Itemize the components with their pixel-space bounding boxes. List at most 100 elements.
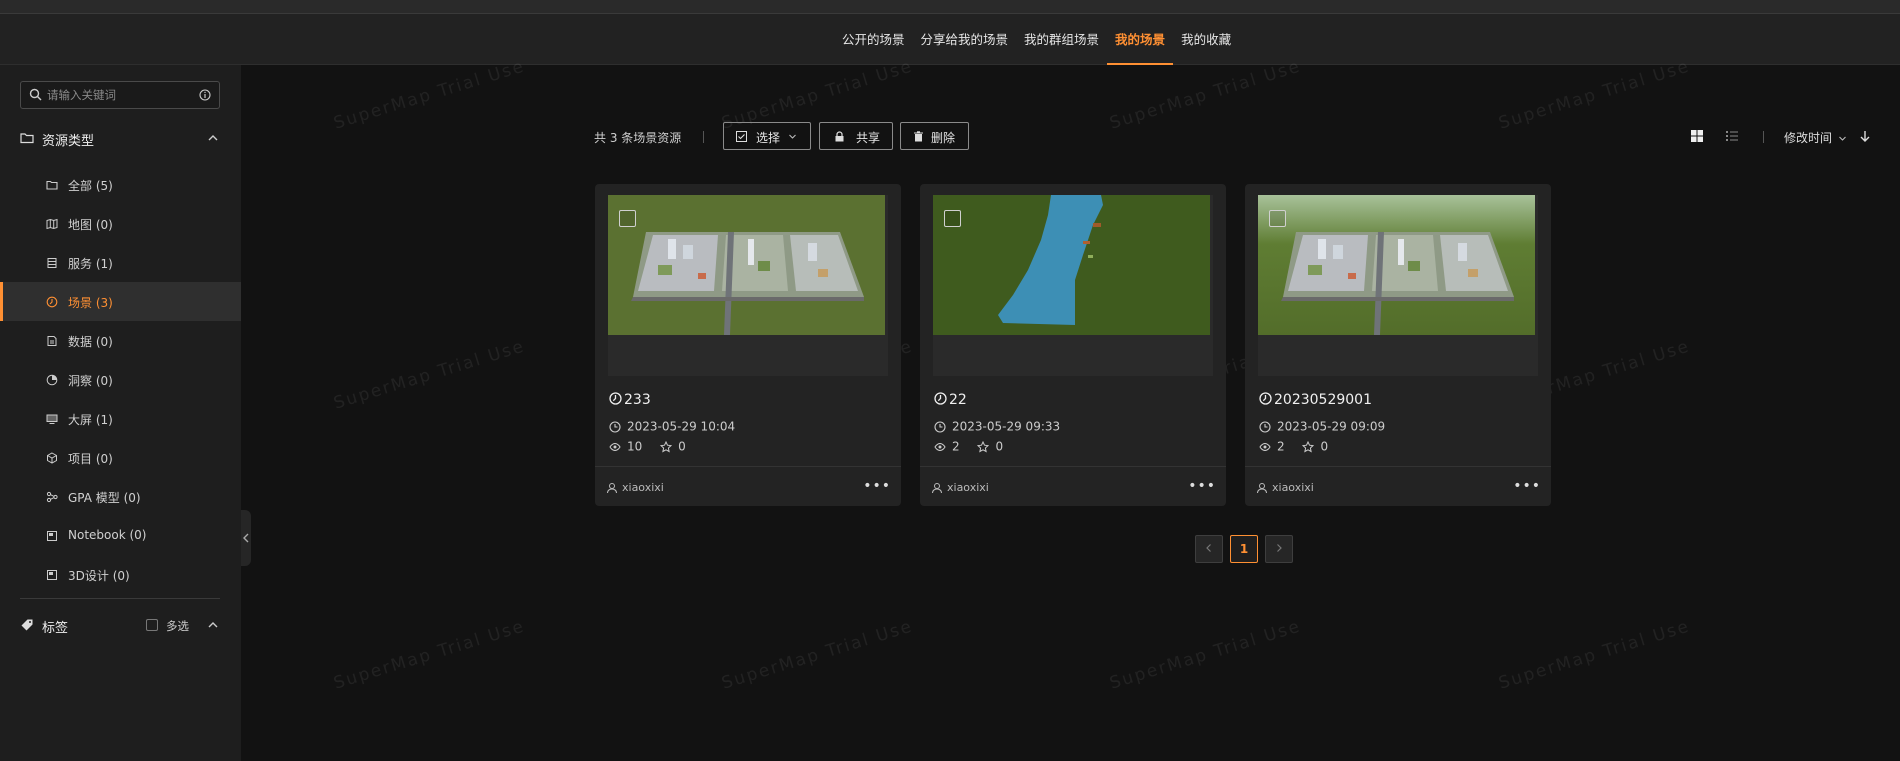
chevron-up-icon[interactable] [207, 132, 219, 144]
card-divider [1245, 466, 1551, 467]
grid-view-icon[interactable] [1690, 129, 1704, 143]
tags-header: 标签 多选 [0, 610, 241, 640]
select-button[interactable]: 选择 [723, 122, 811, 150]
resource-count: 共 3 条场景资源 [594, 131, 682, 145]
tab-my-scenes[interactable]: 我的场景 [1107, 14, 1174, 65]
watermark-text: SuperMap Trial Use [1107, 56, 1304, 134]
chevron-left-icon [1206, 544, 1211, 552]
scene-card[interactable]: 20230529001 2023-05-29 09:09 2 0 xiaoxix… [1245, 184, 1551, 506]
star-icon[interactable] [977, 440, 990, 453]
select-label: 选择 [756, 131, 781, 145]
card-date: 2023-05-29 09:33 [934, 419, 1060, 434]
toolbar-separator [703, 131, 704, 143]
pagination-next-button[interactable] [1265, 535, 1293, 563]
lock-icon [835, 131, 844, 142]
tab-my-favorites[interactable]: 我的收藏 [1173, 14, 1239, 65]
scene-thumbnail[interactable] [933, 195, 1213, 376]
scene-tabs: 公开的场景 分享给我的场景 我的群组场景 我的场景 我的收藏 [834, 14, 1239, 65]
pagination-page-current[interactable]: 1 [1230, 535, 1258, 563]
user-icon [1257, 483, 1267, 494]
tab-shared-with-me[interactable]: 分享给我的场景 [913, 14, 1017, 65]
tags-title: 标签 [42, 621, 69, 636]
search-input[interactable] [47, 85, 195, 105]
view-count: 10 [627, 439, 643, 454]
card-owner: xiaoxixi [931, 481, 989, 494]
sort-descending-icon[interactable] [1858, 129, 1872, 143]
folder-icon [46, 180, 58, 190]
sidebar-item-label: GPA 模型 (0) [68, 491, 141, 505]
toolbar-separator [1763, 131, 1764, 143]
sidebar-item-label: 3D设计 (0) [68, 569, 130, 583]
sidebar: 资源类型 全部 (5) 地图 (0) 服务 (1) 场景 (3) 数 [0, 65, 241, 761]
cube-icon [47, 452, 57, 464]
sidebar-item-service[interactable]: 服务 (1) [0, 243, 241, 282]
app-root: 公开的场景 分享给我的场景 我的群组场景 我的场景 我的收藏 资源类型 全部 (… [0, 0, 1900, 761]
multi-select-checkbox[interactable] [146, 619, 158, 631]
pagination-prev-button[interactable] [1195, 535, 1223, 563]
sidebar-item-project[interactable]: 项目 (0) [0, 438, 241, 477]
sidebar-item-insight[interactable]: 洞察 (0) [0, 360, 241, 399]
card-owner-name: xiaoxixi [622, 481, 664, 494]
tab-group-scenes[interactable]: 我的群组场景 [1016, 14, 1107, 65]
card-date: 2023-05-29 09:09 [1259, 419, 1385, 434]
model-icon [46, 491, 58, 503]
more-options-icon[interactable]: ••• [863, 478, 891, 494]
sidebar-item-3d-design[interactable]: 3D设计 (0) [0, 555, 241, 594]
notebook-icon [47, 531, 57, 541]
star-count: 0 [995, 439, 1004, 454]
scene-card[interactable]: 233 2023-05-29 10:04 10 0 xiaoxixi ••• [595, 184, 901, 506]
checkbox-icon [736, 131, 747, 142]
tab-public-scenes[interactable]: 公开的场景 [834, 14, 913, 65]
scene-icon [934, 392, 947, 405]
sidebar-item-scene[interactable]: 场景 (3) [0, 282, 241, 321]
screen-icon [46, 414, 58, 424]
sort-dropdown[interactable]: 修改时间 [1784, 129, 1847, 146]
star-icon[interactable] [660, 440, 673, 453]
sidebar-item-gpa-model[interactable]: GPA 模型 (0) [0, 477, 241, 516]
user-icon [932, 483, 942, 494]
card-checkbox[interactable] [1269, 210, 1286, 227]
resource-type-header[interactable]: 资源类型 [0, 123, 241, 153]
watermark-text: SuperMap Trial Use [331, 336, 528, 414]
share-button[interactable]: 共享 [819, 122, 893, 150]
card-date-text: 2023-05-29 09:09 [1277, 419, 1386, 434]
card-date-text: 2023-05-29 09:33 [952, 419, 1061, 434]
watermark-text: SuperMap Trial Use [331, 56, 528, 134]
sidebar-item-label: 大屏 (1) [68, 413, 113, 427]
sidebar-item-map[interactable]: 地图 (0) [0, 204, 241, 243]
search-icon [29, 88, 42, 101]
river-scene-image [933, 195, 1213, 376]
scene-thumbnail[interactable] [608, 195, 888, 376]
sidebar-item-label: 全部 (5) [68, 179, 113, 193]
info-icon[interactable] [199, 89, 211, 101]
card-owner: xiaoxixi [606, 481, 664, 494]
delete-button[interactable]: 删除 [900, 122, 969, 150]
scene-card[interactable]: 22 2023-05-29 09:33 2 0 xiaoxixi ••• [920, 184, 1226, 506]
sidebar-collapse-handle[interactable] [241, 510, 251, 566]
list-view-icon[interactable] [1725, 129, 1739, 143]
sidebar-item-screen[interactable]: 大屏 (1) [0, 399, 241, 438]
more-options-icon[interactable]: ••• [1513, 478, 1541, 494]
more-options-icon[interactable]: ••• [1188, 478, 1216, 494]
top-strip [0, 0, 1900, 14]
card-title-text: 20230529001 [1274, 392, 1372, 408]
eye-icon [934, 442, 946, 451]
chevron-left-icon [243, 533, 249, 543]
eye-icon [1259, 442, 1271, 451]
sidebar-item-all[interactable]: 全部 (5) [0, 165, 241, 204]
watermark-text: SuperMap Trial Use [1107, 616, 1304, 694]
design-icon [47, 570, 57, 580]
chevron-up-icon[interactable] [207, 619, 219, 631]
resource-type-title: 资源类型 [42, 134, 95, 149]
watermark-text: SuperMap Trial Use [1496, 616, 1693, 694]
scene-thumbnail[interactable] [1258, 195, 1538, 376]
card-owner-name: xiaoxixi [1272, 481, 1314, 494]
card-checkbox[interactable] [619, 210, 636, 227]
sidebar-item-data[interactable]: 数据 (0) [0, 321, 241, 360]
sidebar-item-notebook[interactable]: Notebook (0) [0, 516, 241, 555]
card-checkbox[interactable] [944, 210, 961, 227]
star-count: 0 [678, 439, 686, 454]
watermark-text: SuperMap Trial Use [1496, 56, 1693, 134]
star-icon[interactable] [1302, 440, 1315, 453]
card-owner: xiaoxixi [1256, 481, 1314, 494]
